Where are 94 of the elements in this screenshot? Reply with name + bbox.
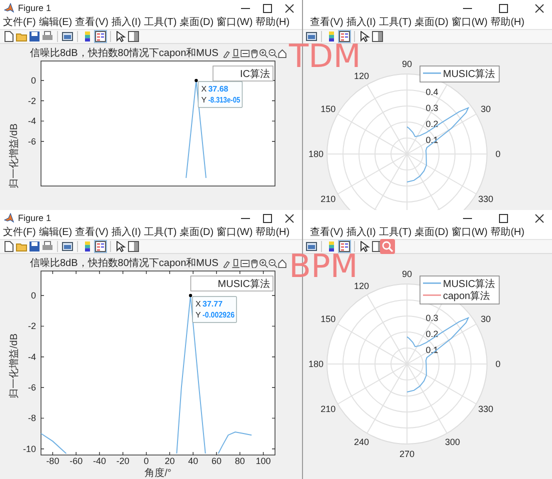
radius-label: 0.2: [426, 119, 438, 129]
angle-label: 150: [320, 104, 336, 114]
menu-item[interactable]: 桌面(D): [178, 226, 215, 239]
tick-label: 60: [212, 456, 222, 466]
radius-label: 0.4: [426, 87, 438, 97]
angle-label: 240: [354, 436, 370, 447]
tip-value: 37.68: [208, 84, 228, 94]
radius-label: 0.1: [426, 135, 438, 145]
axis-label: 角度/°: [144, 468, 172, 479]
menu-item[interactable]: 查看(V): [74, 226, 110, 239]
menu-item[interactable]: 工具(T): [378, 16, 413, 29]
menu-item[interactable]: 帮助(H): [490, 226, 526, 239]
chart-title: 信噪比8dB，快拍数80情况下capon和MUS: [30, 48, 218, 59]
angle-label: 210: [320, 194, 336, 204]
legend-label: MUSIC算法: [443, 279, 496, 290]
menu-item[interactable]: 编辑(E): [38, 226, 74, 239]
angle-label: 180: [308, 149, 324, 159]
angle-label: 300: [444, 436, 460, 447]
tick-label: -80: [46, 456, 60, 466]
legend-label: MUSIC算法: [218, 279, 270, 290]
menu-item[interactable]: 桌面(D): [414, 226, 450, 239]
axis-label: 归一化增益/dB: [9, 124, 20, 188]
tick-label: 0: [144, 456, 149, 466]
angle-label: 270: [399, 449, 415, 459]
chart-title: 信噪比8dB，快拍数80情况下capon和MUS: [30, 258, 218, 269]
menu-item[interactable]: 桌面(D): [178, 16, 215, 29]
menu-item[interactable]: 插入(I): [345, 226, 377, 239]
tip-value: -8.313e-05: [208, 95, 247, 104]
tip-value: 37.77: [202, 300, 223, 309]
angle-label: 90: [402, 269, 412, 279]
tick-label: 40: [188, 456, 198, 466]
menu-item[interactable]: 编辑(E): [38, 16, 74, 29]
tick-label: -2: [28, 321, 36, 332]
tick-label: -4: [28, 352, 36, 362]
menu-item[interactable]: 查看(V): [74, 16, 110, 29]
window-title: Figure 1: [18, 3, 52, 13]
angle-label: 120: [354, 71, 370, 82]
window-title: Figure 1: [18, 213, 52, 223]
menu-item[interactable]: 插入(I): [110, 16, 142, 29]
tip-label: X: [196, 300, 201, 309]
angle-label: 150: [320, 314, 336, 324]
radius-label: 0.3: [426, 103, 438, 113]
tip-label: X: [201, 84, 207, 94]
menu-item[interactable]: 帮助(H): [254, 226, 291, 239]
menu-item[interactable]: 桌面(D): [414, 16, 450, 29]
tick-label: -6: [28, 136, 36, 146]
angle-label: 180: [308, 359, 324, 369]
menu-item[interactable]: 窗口(W): [216, 226, 254, 239]
tick-label: 0: [30, 75, 36, 86]
angle-label: 120: [354, 281, 370, 292]
angle-label: 0: [496, 149, 500, 159]
tick-label: -60: [70, 456, 83, 466]
angle-label: 30: [480, 314, 491, 324]
legend-label: IC算法: [240, 69, 270, 80]
menu-item[interactable]: 窗口(W): [216, 16, 254, 29]
menu-item[interactable]: 插入(I): [110, 226, 142, 239]
tick-label: 20: [164, 456, 175, 466]
tick-label: -20: [116, 456, 130, 466]
tick-label: -40: [93, 456, 106, 466]
tick-label: -2: [28, 96, 36, 106]
menu-item[interactable]: 帮助(H): [254, 16, 291, 29]
menu-item[interactable]: 工具(T): [142, 16, 178, 29]
tick-label: 80: [234, 456, 245, 466]
angle-label: 90: [402, 59, 412, 69]
legend-label: MUSIC算法: [443, 69, 496, 80]
radius-label: 0.3: [426, 313, 438, 323]
tick-label: 0: [30, 290, 36, 301]
angle-label: 30: [480, 104, 491, 114]
tip-value: -0.002926: [202, 310, 239, 320]
angle-label: 0: [496, 359, 500, 369]
angle-label: 330: [478, 404, 494, 414]
menu-item[interactable]: 工具(T): [142, 226, 178, 239]
angle-label: 210: [320, 404, 336, 414]
legend-label: capon算法: [443, 291, 490, 302]
tip-label: Y: [196, 310, 201, 320]
axis-label: 归一化增益/dB: [9, 334, 20, 398]
menu-item[interactable]: 窗口(W): [450, 226, 489, 239]
menu-item[interactable]: 插入(I): [345, 16, 377, 29]
menu-item[interactable]: 查看(V): [309, 226, 344, 239]
tick-label: 100: [256, 456, 271, 466]
menu-item[interactable]: 文件(F): [2, 226, 37, 239]
menu-item[interactable]: 文件(F): [2, 16, 37, 29]
tip-label: Y: [201, 95, 207, 104]
tick-label: -6: [28, 382, 36, 393]
angle-label: 330: [478, 194, 494, 204]
tick-label: -4: [28, 116, 36, 126]
menu-item[interactable]: 查看(V): [309, 16, 344, 29]
tick-label: -8: [28, 413, 36, 424]
radius-label: 0.2: [426, 329, 438, 339]
menu-item[interactable]: 帮助(H): [490, 16, 526, 29]
menu-item[interactable]: 工具(T): [378, 226, 413, 239]
tick-label: -10: [22, 444, 36, 454]
radius-label: 0.1: [426, 345, 438, 355]
menu-item[interactable]: 窗口(W): [450, 16, 489, 29]
